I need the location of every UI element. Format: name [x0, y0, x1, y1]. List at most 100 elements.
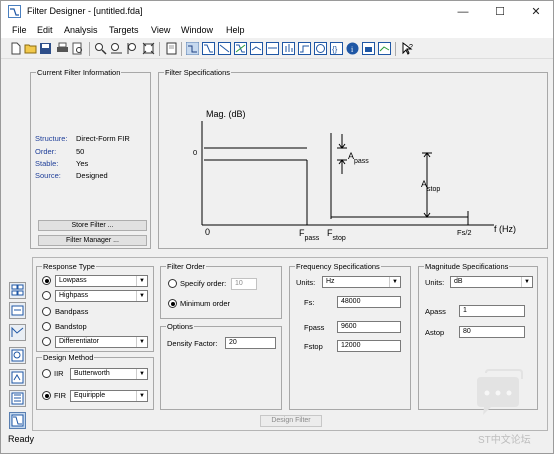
legend-icon[interactable] [378, 42, 391, 55]
bandstop-radio[interactable] [42, 322, 51, 331]
specify-order-input[interactable]: 10 [231, 278, 257, 290]
highpass-radio[interactable] [42, 291, 51, 300]
response-type-title: Response Type [42, 262, 96, 271]
maximize-button[interactable]: ☐ [492, 4, 508, 20]
print-preview-icon[interactable] [71, 42, 84, 55]
filter-blocks-icon [11, 284, 24, 296]
order-label: Order: [35, 147, 57, 156]
fs-input[interactable]: 48000 [337, 296, 401, 308]
filter-design-icon [11, 414, 24, 427]
minimum-order-radio[interactable] [168, 299, 177, 308]
sidebar-pole-zero-button[interactable] [9, 369, 26, 386]
filter-manager-button[interactable]: Filter Manager ... [38, 235, 147, 246]
design-filter-button[interactable]: Design Filter [260, 415, 322, 427]
full-view-icon[interactable] [142, 42, 155, 55]
filter-specs-icon[interactable] [186, 42, 199, 55]
zoom-y-icon[interactable] [126, 42, 139, 55]
mag-axis-label: Mag. (dB) [206, 109, 246, 119]
zoom-in-icon[interactable] [94, 42, 107, 55]
astop-input[interactable]: 80 [459, 326, 525, 338]
status-text: Ready [8, 434, 35, 444]
close-button[interactable]: ✕ [528, 4, 544, 20]
sidebar-design-filter-button[interactable] [9, 282, 26, 299]
menu-edit[interactable]: Edit [37, 25, 53, 35]
open-icon[interactable] [24, 42, 37, 55]
impulse-response-icon[interactable] [282, 42, 295, 55]
fir-method-select[interactable]: Equiripple ▼ [70, 390, 148, 402]
filter-order-title: Filter Order [166, 262, 206, 271]
chevron-down-icon: ▼ [136, 369, 147, 379]
filter-info-icon[interactable]: i [346, 42, 359, 55]
zoom-x-icon[interactable] [110, 42, 123, 55]
mag-phase-icon[interactable] [234, 42, 247, 55]
menu-view[interactable]: View [151, 25, 170, 35]
whats-this-icon[interactable]: ? [401, 42, 414, 55]
toolbar-separator [89, 42, 90, 56]
magnitude-spec-icon[interactable] [362, 42, 375, 55]
save-icon[interactable] [39, 42, 52, 55]
menu-analysis[interactable]: Analysis [64, 25, 98, 35]
chevron-down-icon: ▼ [136, 337, 147, 347]
store-filter-button[interactable]: Store Filter ... [38, 220, 147, 231]
status-bar: Ready [1, 433, 553, 447]
source-label: Source: [35, 171, 61, 180]
fstop-input[interactable]: 12000 [337, 340, 401, 352]
phase-delay-icon[interactable] [266, 42, 279, 55]
iir-method-select[interactable]: Butterworth ▼ [70, 368, 148, 380]
specify-order-radio[interactable] [168, 279, 177, 288]
specify-order-label: Specify order: [180, 279, 227, 288]
step-response-icon[interactable] [298, 42, 311, 55]
bandpass-label: Bandpass [55, 307, 89, 316]
sidebar-transform-button[interactable] [9, 302, 26, 319]
magnitude-specs-title: Magnitude Specifications [424, 262, 510, 271]
pole-zero-icon[interactable] [314, 42, 327, 55]
menu-targets[interactable]: Targets [109, 25, 139, 35]
toolbar-separator [395, 42, 396, 56]
filter-specs-panel: Filter Specifications Mag. (dB) 0 0 Fpas… [158, 68, 548, 249]
fpass-input[interactable]: 9600 [337, 321, 401, 333]
menu-help[interactable]: Help [226, 25, 245, 35]
freq-units-label: Units: [296, 278, 316, 287]
menu-bar: File Edit Analysis Targets View Window H… [1, 23, 553, 38]
chevron-down-icon: ▼ [136, 291, 147, 301]
magnitude-response-icon[interactable] [202, 42, 215, 55]
chevron-down-icon: ▼ [136, 391, 147, 401]
print-icon[interactable] [56, 42, 69, 55]
apass-input[interactable]: 1 [459, 305, 525, 317]
lowpass-radio[interactable] [42, 276, 51, 285]
structure-value: Direct-Form FIR [76, 134, 130, 143]
sidebar-import-button[interactable] [9, 347, 26, 364]
f-axis-label: f (Hz) [494, 224, 516, 234]
density-factor-input[interactable]: 20 [225, 337, 276, 349]
realize-icon [11, 326, 24, 337]
freq-units-select[interactable]: Hz ▼ [322, 276, 401, 288]
new-icon[interactable] [9, 42, 22, 55]
sidebar-filter-design-button[interactable] [9, 412, 26, 429]
minimize-button[interactable]: — [455, 4, 471, 20]
highpass-select[interactable]: Highpass ▼ [55, 290, 148, 302]
apass-label: Apass [348, 151, 369, 165]
design-method-panel: Design Method IIR Butterworth ▼ FIR Equir… [36, 353, 154, 410]
lowpass-select[interactable]: Lowpass ▼ [55, 275, 148, 287]
sidebar-multirate-button[interactable] [9, 390, 26, 407]
phase-response-icon[interactable] [218, 42, 231, 55]
differentiator-radio[interactable] [42, 337, 51, 346]
svg-text:{}: {} [332, 45, 338, 54]
filter-coefficients-icon[interactable]: {} [330, 42, 343, 55]
bandpass-radio[interactable] [42, 307, 51, 316]
filter-order-panel: Filter Order Specify order: 10 Minimum o… [160, 262, 282, 319]
freq-zero-label: 0 [205, 227, 211, 237]
pole-zero-editor-icon [11, 371, 24, 384]
new-figure-icon[interactable] [165, 42, 178, 55]
menu-file[interactable]: File [12, 25, 27, 35]
watermark-text: ST中文论坛 [478, 435, 531, 446]
iir-radio[interactable] [42, 369, 51, 378]
astop-label: Astop [421, 179, 441, 193]
sidebar-realize-button[interactable] [9, 324, 26, 341]
group-delay-icon[interactable] [250, 42, 263, 55]
differentiator-select[interactable]: Differentiator ▼ [55, 336, 148, 348]
fir-radio[interactable] [42, 391, 51, 400]
mag-units-select[interactable]: dB ▼ [450, 276, 533, 288]
fpass-label: Fpass [299, 228, 320, 242]
menu-window[interactable]: Window [181, 25, 213, 35]
